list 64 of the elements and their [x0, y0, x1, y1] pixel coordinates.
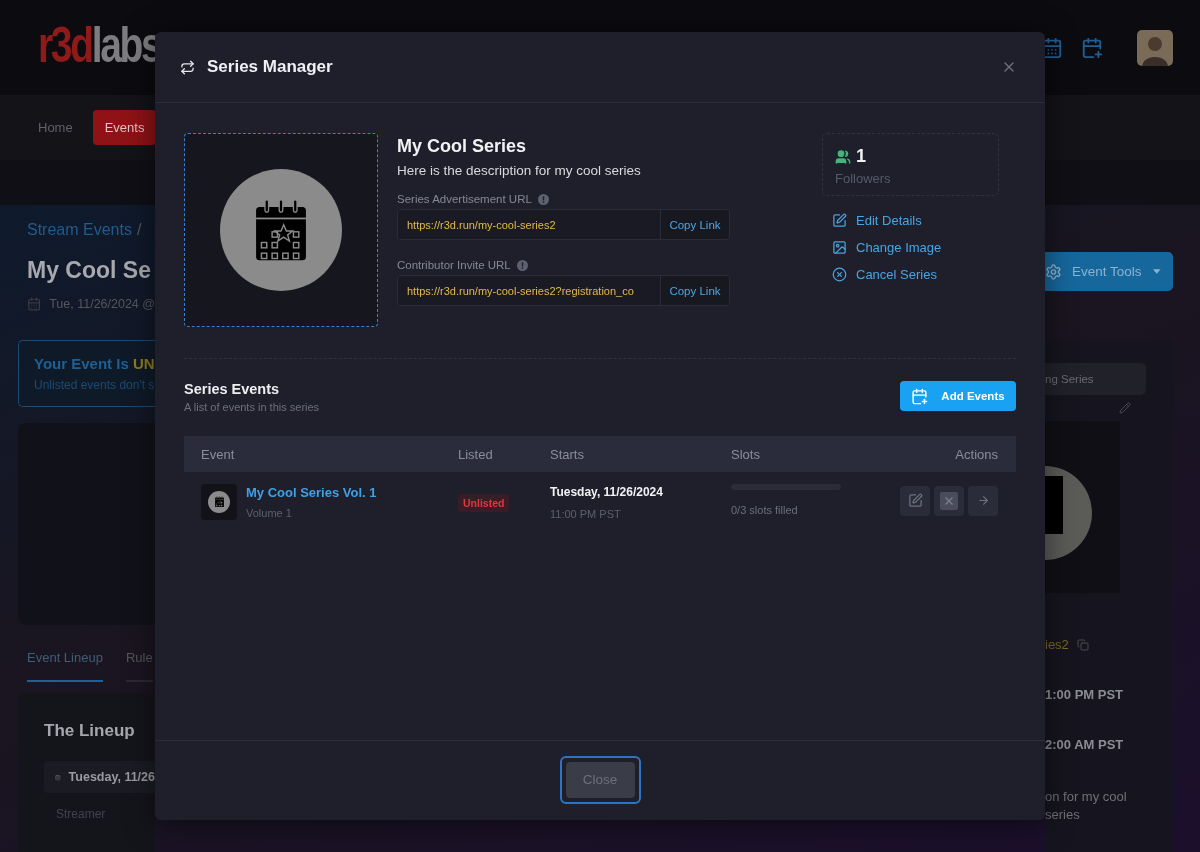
edit-button[interactable] — [900, 485, 930, 516]
action-link[interactable]: Change Image — [832, 240, 1016, 255]
calendar-icon — [213, 496, 225, 508]
section-title: Series Events — [184, 381, 281, 397]
followers-count: 1 — [856, 146, 866, 167]
pencil-icon[interactable] — [1119, 402, 1131, 414]
column-header: Actions — [954, 446, 999, 462]
tab[interactable]: Event Lineup — [27, 648, 103, 682]
tab[interactable]: Rule — [125, 648, 153, 682]
calendar-plus-icon[interactable] — [1081, 36, 1103, 59]
avatar[interactable] — [1137, 29, 1173, 66]
users-icon — [835, 148, 851, 165]
series-description: Here is the description for my cool series — [397, 163, 642, 178]
nav-link[interactable]: Home — [38, 110, 73, 145]
column-header: Listed — [458, 446, 494, 462]
open-button[interactable] — [968, 485, 998, 516]
event-subtitle: Volume 1 — [246, 507, 293, 519]
column-header: Event — [200, 446, 236, 462]
column-header: Starts — [550, 446, 585, 462]
calendar-plus-icon — [911, 387, 929, 405]
time-text: 2:00 AM PST — [1045, 737, 1125, 752]
field-label: Series Advertisement URL — [397, 193, 532, 205]
start-time: 11:00 PM PST — [550, 507, 622, 520]
image-icon — [832, 240, 847, 255]
nav-link[interactable]: Events — [92, 110, 157, 145]
edit-icon — [907, 493, 923, 508]
action-link[interactable]: Edit Details — [832, 213, 1016, 228]
add-events-button[interactable]: Add Events — [900, 381, 1016, 411]
series-link[interactable]: ies2 — [1045, 637, 1069, 652]
lineup-date: Tuesday, 11/26 — [68, 770, 155, 784]
start-date: Tuesday, 11/26/2024 — [550, 484, 664, 499]
event-date: Tue, 11/26/2024 @ — [49, 297, 155, 311]
followers-label: Followers — [835, 171, 892, 186]
lineup-title: The Lineup — [44, 721, 136, 741]
close-icon — [940, 491, 958, 510]
breadcrumb-separator: / — [136, 220, 142, 240]
column-header: Slots — [731, 446, 761, 462]
slots-text: 0/3 slots filled — [731, 504, 799, 516]
info-icon[interactable] — [516, 259, 528, 271]
breadcrumb-link[interactable]: Stream Events — [27, 220, 132, 240]
status-badge: Unlisted — [458, 494, 510, 512]
delete-button[interactable] — [934, 485, 964, 516]
field-label: Contributor Invite URL — [397, 259, 511, 271]
info-icon[interactable] — [537, 193, 549, 205]
series-name: My Cool Series — [397, 136, 528, 157]
copy-icon[interactable] — [1076, 638, 1089, 651]
action-link[interactable]: Cancel Series — [832, 267, 1016, 282]
caret-icon — [1153, 269, 1161, 274]
dialog-title: Series Manager — [207, 57, 333, 77]
series-description: on for my cool series — [1045, 788, 1128, 824]
event-tools-button[interactable]: Event Tools — [1045, 252, 1173, 291]
alert-title: Your Event Is UN — [34, 355, 155, 372]
series-item[interactable]: ng Series — [1045, 363, 1146, 395]
arrow-right-icon — [976, 494, 990, 507]
event-title: My Cool Se — [27, 256, 152, 285]
calendar-icon — [27, 295, 42, 313]
circle-x-icon — [832, 267, 847, 282]
time-text: 1:00 PM PST — [1045, 687, 1125, 702]
edit-icon — [832, 213, 847, 228]
event-link[interactable]: My Cool Series Vol. 1 — [246, 485, 377, 500]
repeat-icon — [180, 59, 195, 75]
series-image[interactable] — [184, 133, 378, 327]
gear-icon — [1045, 262, 1062, 281]
section-subtitle: A list of events in this series — [184, 401, 320, 413]
